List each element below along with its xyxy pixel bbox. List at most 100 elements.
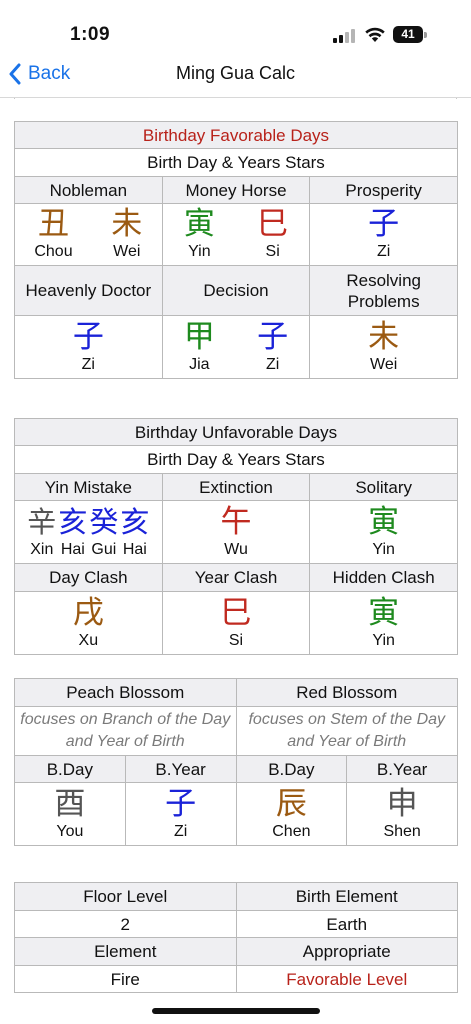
zodiac-glyph: 午 Wu xyxy=(220,503,252,560)
appropriate-value: Favorable Level xyxy=(235,966,458,992)
element-value: Fire xyxy=(110,969,140,989)
birth-element-header: Birth Element xyxy=(235,883,458,910)
header-row: Heavenly Doctor Decision Resolving Problem… xyxy=(15,265,457,315)
glyph-character: 子 xyxy=(257,318,289,355)
zodiac-glyph: 酉 You xyxy=(54,785,86,842)
value-cell: 寅 Yin 巳 Si xyxy=(161,204,310,265)
glyph-pinyin: Shen xyxy=(383,822,421,840)
zodiac-glyph: 辰 Chen xyxy=(272,785,311,842)
cellular-signal-icon xyxy=(333,29,357,43)
values-row: 子 Zi 甲 Jia 子 Zi 未 Wei xyxy=(15,315,457,378)
value-cell: 子 Zi xyxy=(309,204,457,265)
zodiac-glyph: 巳 Si xyxy=(221,595,252,651)
unfavorable-subtitle: Birth Day & Years Stars xyxy=(147,450,325,469)
glyph-pinyin: Zi xyxy=(81,355,95,373)
glyph-pinyin: Chen xyxy=(272,822,311,840)
blossom-table: Peach Blossom Red Blossom focuses on Bra… xyxy=(14,678,458,846)
value-cell: 辰 Chen xyxy=(235,783,347,845)
zodiac-glyph: 未 Wei xyxy=(368,318,400,375)
favorable-title: Birthday Favorable Days xyxy=(142,125,330,145)
value-cell: 甲 Jia 子 Zi xyxy=(161,316,310,378)
zodiac-glyph: 癸 Gui xyxy=(89,505,118,560)
column-header: Heavenly Doctor xyxy=(25,281,152,300)
value-cell: 丑 Chou 未 Wei xyxy=(15,204,162,265)
zodiac-glyph: 亥 Hai xyxy=(120,505,149,560)
value-cell: 子 Zi xyxy=(15,316,162,378)
battery-level: 41 xyxy=(393,26,423,43)
glyph-character: 辰 xyxy=(275,785,307,822)
zodiac-glyph: 子 Zi xyxy=(257,318,289,375)
zodiac-glyph: 丑 Chou xyxy=(34,207,72,262)
zodiac-glyph: 戌 Xu xyxy=(73,595,104,651)
element-header: Element xyxy=(94,942,157,961)
glyph-pinyin: Zi xyxy=(265,355,280,373)
glyph-character: 午 xyxy=(220,503,252,540)
column-header: Solitary xyxy=(309,474,457,500)
zodiac-glyph: 寅 Yin xyxy=(184,207,215,262)
peach-bday-header: B.Day xyxy=(46,759,94,779)
values-row: 辛 Xin 亥 Hai 癸 Gui 亥 Hai 午 Wu 寅 Yin xyxy=(15,500,457,563)
red-blossom-header: Red Blossom xyxy=(235,679,458,706)
column-header: Money Horse xyxy=(161,177,310,203)
column-header: Day Clash xyxy=(49,568,128,587)
glyph-pinyin: Yin xyxy=(372,631,395,649)
glyph-pinyin: Wei xyxy=(370,355,398,373)
value-cell: 子 Zi xyxy=(124,783,236,845)
unfavorable-days-table: Birthday Unfavorable Days Birth Day & Ye… xyxy=(14,418,458,655)
glyph-pinyin: Wu xyxy=(224,540,248,558)
glyph-pinyin: Xu xyxy=(78,631,99,649)
glyph-pinyin: Gui xyxy=(91,540,117,558)
glyph-character: 丑 xyxy=(37,206,69,242)
glyph-pinyin: Xin xyxy=(30,540,54,558)
zodiac-glyph: 辛 Xin xyxy=(27,505,56,560)
zodiac-glyph: 子 Zi xyxy=(368,207,399,262)
glyph-character: 子 xyxy=(368,206,400,242)
red-byear-header: B.Year xyxy=(346,756,457,782)
status-time: 1:09 xyxy=(70,24,111,45)
birth-element-value: Earth xyxy=(235,911,458,937)
glyph-pinyin: Zi xyxy=(173,822,188,840)
glyph-character: 寅 xyxy=(368,503,400,540)
home-indicator xyxy=(152,1008,320,1014)
value-cell: 寅 Yin xyxy=(309,501,457,563)
glyph-pinyin: Chou xyxy=(34,243,73,260)
glyph-pinyin: Hai xyxy=(122,540,147,558)
glyph-pinyin: You xyxy=(56,822,84,840)
glyph-character: 辛 xyxy=(27,504,57,539)
glyph-pinyin: Yin xyxy=(188,243,211,260)
floor-level-header: Floor Level xyxy=(83,887,168,906)
column-header: Hidden Clash xyxy=(309,564,457,591)
column-header: Nobleman xyxy=(49,180,128,200)
zodiac-glyph: 寅 Yin xyxy=(368,503,400,560)
glyph-character: 甲 xyxy=(183,318,215,355)
glyph-character: 亥 xyxy=(58,504,88,539)
header-row: Yin Mistake Extinction Solitary xyxy=(15,473,457,500)
peach-blossom-header: Peach Blossom xyxy=(66,683,185,702)
glyph-character: 未 xyxy=(368,318,400,355)
header-row: Nobleman Money Horse Prosperity xyxy=(15,176,457,203)
glyph-pinyin: Hai xyxy=(60,540,85,558)
page-title: Ming Gua Calc xyxy=(175,63,296,83)
status-bar: 1:09 41 xyxy=(0,0,471,50)
value-cell: 辛 Xin 亥 Hai 癸 Gui 亥 Hai xyxy=(15,501,162,563)
navigation-bar: Back Ming Gua Calc xyxy=(0,50,471,98)
unfavorable-title: Birthday Unfavorable Days xyxy=(134,422,338,442)
value-cell: 戌 Xu xyxy=(15,592,162,654)
column-header: Extinction xyxy=(161,474,310,500)
peach-blossom-note: focuses on Branch of the Day and Year of… xyxy=(20,711,231,750)
glyph-pinyin: Zi xyxy=(377,243,391,260)
wifi-icon xyxy=(365,27,385,42)
battery-icon: 41 xyxy=(393,26,427,43)
column-header: Yin Mistake xyxy=(44,477,132,497)
zodiac-glyph: 甲 Jia xyxy=(183,318,215,375)
zodiac-glyph: 未 Wei xyxy=(111,207,142,262)
glyph-character: 癸 xyxy=(89,504,119,539)
favorable-subtitle: Birth Day & Years Stars xyxy=(147,153,325,172)
level-table: Floor Level Birth Element 2 Earth Elemen… xyxy=(14,882,458,993)
value-cell: 申 Shen xyxy=(346,783,457,845)
glyph-character: 酉 xyxy=(54,785,86,822)
value-cell: 酉 You xyxy=(15,783,125,845)
zodiac-glyph: 子 Zi xyxy=(73,319,104,375)
glyph-character: 未 xyxy=(111,206,143,242)
glyph-pinyin: Si xyxy=(228,631,244,649)
